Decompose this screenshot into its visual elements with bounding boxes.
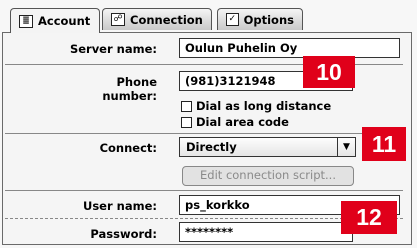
separator xyxy=(5,190,403,191)
callout-badge-12: 12 xyxy=(341,201,397,234)
phone-number-label: Phone number: xyxy=(102,75,157,103)
user-name-label: User name: xyxy=(83,199,157,213)
tab-options[interactable]: ✓ Options xyxy=(217,8,303,30)
server-name-field[interactable]: Oulun Puhelin Oy xyxy=(179,38,400,58)
checkbox-box[interactable] xyxy=(181,116,192,128)
connect-label: Connect: xyxy=(99,141,157,155)
server-name-label: Server name: xyxy=(69,42,157,56)
connect-dropdown[interactable]: Directly ▼ xyxy=(179,137,356,157)
account-list-icon: ≣ xyxy=(19,14,33,28)
password-field[interactable]: ******** xyxy=(179,222,353,242)
dial-area-code-label: Dial area code xyxy=(196,115,289,129)
dial-long-distance-checkbox[interactable]: Dial as long distance xyxy=(181,99,331,113)
edit-connection-script-button[interactable]: Edit connection script... xyxy=(182,166,354,186)
tab-options-label: Options xyxy=(243,12,294,27)
connection-icon: ☍ xyxy=(111,13,125,26)
checkbox-box[interactable] xyxy=(181,100,192,112)
callout-badge-10: 10 xyxy=(303,56,355,88)
password-label: Password: xyxy=(90,227,157,241)
callout-badge-11: 11 xyxy=(362,127,406,161)
tab-connection-label: Connection xyxy=(130,12,203,27)
separator xyxy=(5,133,403,134)
chevron-down-icon[interactable]: ▼ xyxy=(337,138,355,156)
dial-area-code-checkbox[interactable]: Dial area code xyxy=(181,115,289,129)
tab-account[interactable]: ≣ Account xyxy=(10,8,100,33)
tab-connection[interactable]: ☍ Connection xyxy=(102,8,212,30)
dial-long-distance-label: Dial as long distance xyxy=(196,99,332,113)
connect-selected-value: Directly xyxy=(186,140,237,154)
options-checkbox-icon: ✓ xyxy=(226,13,239,26)
tab-account-label: Account xyxy=(38,14,91,28)
